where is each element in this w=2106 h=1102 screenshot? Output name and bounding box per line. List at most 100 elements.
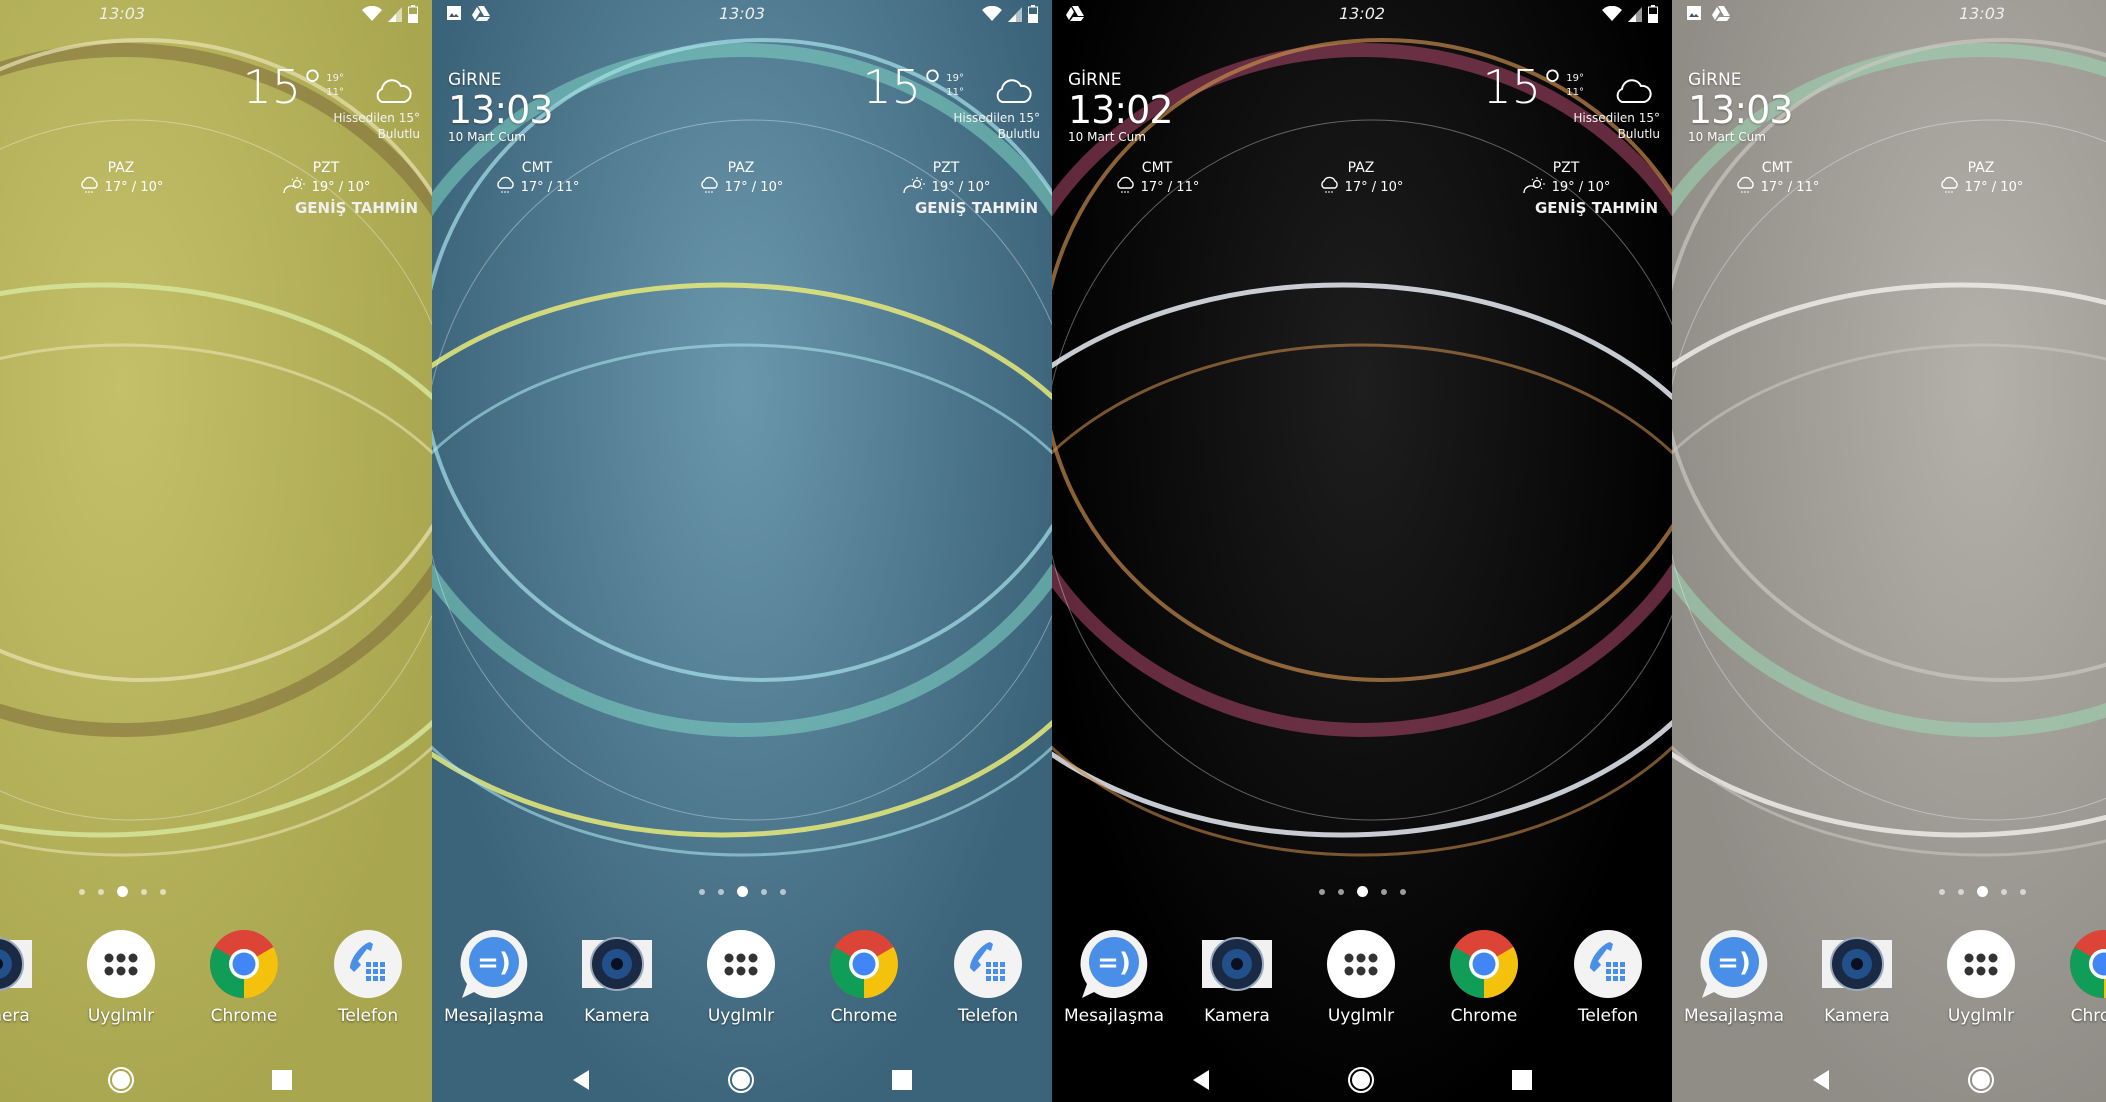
page-dot[interactable]: [140, 888, 147, 895]
page-dot[interactable]: [159, 888, 166, 895]
forecast-day: PZT 19° / 10°: [1506, 160, 1626, 200]
forecast-temps: 19° / 10°: [1551, 180, 1611, 195]
dock-app-kamera[interactable]: Kamera: [557, 926, 677, 1026]
page-indicator: [1052, 886, 1672, 897]
condition: Bulutlu: [1617, 127, 1660, 141]
dock-app-chrome[interactable]: Chrome: [804, 926, 924, 1026]
app-label: Chrome: [1450, 1006, 1518, 1026]
page-dot[interactable]: [2019, 888, 2026, 895]
page-dot[interactable]: [698, 888, 705, 895]
home-screen: 13:03 15° 19°11° Hissedilen 15°BulutluCM…: [0, 0, 432, 1102]
home-screen: 13:02 GİRNE 13:02 10 Mart Cum 15° 19° 11°…: [1052, 0, 1672, 1102]
forecast-day: PAZ 17° / 10°: [61, 160, 181, 200]
forecast-day-name: CMT: [1141, 160, 1173, 176]
back-button[interactable]: [561, 1064, 601, 1100]
camera-icon: [0, 926, 35, 1002]
recents-button[interactable]: [262, 1064, 302, 1100]
forecast-day-name: PZT: [1552, 160, 1580, 176]
signal-icon: [1008, 6, 1022, 26]
recents-icon: [272, 1070, 292, 1094]
forecast-temps: 19° / 10°: [931, 180, 991, 195]
dock-app-telefon[interactable]: Telefon: [308, 926, 428, 1026]
app-label: Chrome: [210, 1006, 278, 1026]
page-dot[interactable]: [1356, 886, 1368, 897]
page-dot[interactable]: [2000, 888, 2007, 895]
dock-app-telefon[interactable]: Telefon: [928, 926, 1048, 1026]
app-label: Mesajlaşma: [1063, 1006, 1165, 1026]
dock-app-uyglmlr[interactable]: Uyglmlr: [1921, 926, 2041, 1026]
dock-app-uyglmlr[interactable]: Uyglmlr: [1301, 926, 1421, 1026]
page-dot[interactable]: [1337, 888, 1344, 895]
forecast-day-name: PAZ: [727, 160, 755, 176]
clock-widget[interactable]: GİRNE 13:02 10 Mart Cum: [1068, 70, 1174, 144]
high-temp: 19°: [946, 73, 964, 84]
extended-forecast-link[interactable]: GENİŞ TAHMİN: [295, 199, 418, 217]
dock-app-telefon[interactable]: Telefon: [1548, 926, 1668, 1026]
page-dot[interactable]: [717, 888, 724, 895]
dock-app-uyglmlr[interactable]: Uyglmlr: [681, 926, 801, 1026]
chrome-icon: [1446, 926, 1522, 1002]
dock-app-mesajlaşma[interactable]: =) Mesajlaşma: [1054, 926, 1174, 1026]
cloud-icon: [994, 78, 1032, 108]
clock-widget[interactable]: GİRNE 13:03 10 Mart Cum: [448, 70, 554, 144]
home-screen: 13:03 GİRNE 13:03 10 Mart Cum 15° 19°11°…: [1672, 0, 2106, 1102]
recents-button[interactable]: [1502, 1064, 1542, 1100]
forecast-temps: 19° / 10°: [311, 180, 371, 195]
dock-app-kamera[interactable]: Kamera: [0, 926, 57, 1026]
extended-forecast-link[interactable]: GENİŞ TAHMİN: [1535, 199, 1658, 217]
page-dot[interactable]: [736, 886, 748, 897]
camera-icon: [579, 926, 655, 1002]
messaging-icon: =): [456, 926, 532, 1002]
dock-app-chrome[interactable]: Chrome: [1424, 926, 1544, 1026]
wifi-icon: [362, 5, 382, 26]
page-dot[interactable]: [1938, 888, 1945, 895]
svg-text:=): =): [477, 948, 511, 978]
page-dot[interactable]: [1380, 888, 1387, 895]
clock-time: 13:03: [1688, 88, 1794, 132]
page-dot[interactable]: [78, 888, 85, 895]
partly-sunny-icon: [902, 176, 926, 200]
back-button[interactable]: [1181, 1064, 1221, 1100]
dock-app-mesajlaşma[interactable]: =) Mesajlaşma: [1674, 926, 1794, 1026]
app-label: Telefon: [957, 1006, 1019, 1026]
app-label: Uyglmlr: [707, 1006, 775, 1026]
page-dot[interactable]: [760, 888, 767, 895]
page-dot[interactable]: [97, 888, 104, 895]
page-dot[interactable]: [1957, 888, 1964, 895]
rain-cloud-icon: [1115, 176, 1135, 200]
dock-app-mesajlaşma[interactable]: =) Mesajlaşma: [434, 926, 554, 1026]
forecast-day-name: PZT: [932, 160, 960, 176]
recents-button[interactable]: [882, 1064, 922, 1100]
camera-icon: [1819, 926, 1895, 1002]
forecast-temps: 17° / 10°: [1964, 180, 2024, 195]
clock-time: 13:02: [1068, 88, 1174, 132]
rain-cloud-icon: [495, 176, 515, 200]
extended-forecast-link[interactable]: GENİŞ TAHMİN: [915, 199, 1038, 217]
dock-app-uyglmlr[interactable]: Uyglmlr: [61, 926, 181, 1026]
wifi-icon: [982, 5, 1002, 26]
phone-screen-4: 13:03 GİRNE 13:03 10 Mart Cum 15° 19°11°…: [1672, 0, 2106, 1102]
back-icon: [1191, 1069, 1211, 1095]
page-dot[interactable]: [779, 888, 786, 895]
forecast-day: CMT 17° / 11°: [477, 160, 597, 200]
app-label: Uyglmlr: [1947, 1006, 2015, 1026]
feels-like: Hissedilen 15°: [953, 111, 1040, 125]
dock-app-kamera[interactable]: Kamera: [1797, 926, 1917, 1026]
page-dot[interactable]: [1318, 888, 1325, 895]
home-button[interactable]: [721, 1064, 761, 1100]
clock-widget[interactable]: GİRNE 13:03 10 Mart Cum: [1688, 70, 1794, 144]
home-button[interactable]: [101, 1064, 141, 1100]
camera-icon: [1199, 926, 1275, 1002]
back-button[interactable]: [1801, 1064, 1841, 1100]
forecast-temps: 17° / 11°: [1760, 180, 1820, 195]
forecast-temps: 17° / 11°: [520, 180, 580, 195]
page-dot[interactable]: [1399, 888, 1406, 895]
page-dot[interactable]: [1976, 886, 1988, 897]
dock-app-chrome[interactable]: Chrome: [184, 926, 304, 1026]
status-bar: 13:03: [1672, 0, 2106, 30]
dock-app-kamera[interactable]: Kamera: [1177, 926, 1297, 1026]
page-dot[interactable]: [116, 886, 128, 897]
home-button[interactable]: [1341, 1064, 1381, 1100]
dock-app-chrome[interactable]: Chrome: [2044, 926, 2106, 1026]
home-button[interactable]: [1961, 1064, 2001, 1100]
